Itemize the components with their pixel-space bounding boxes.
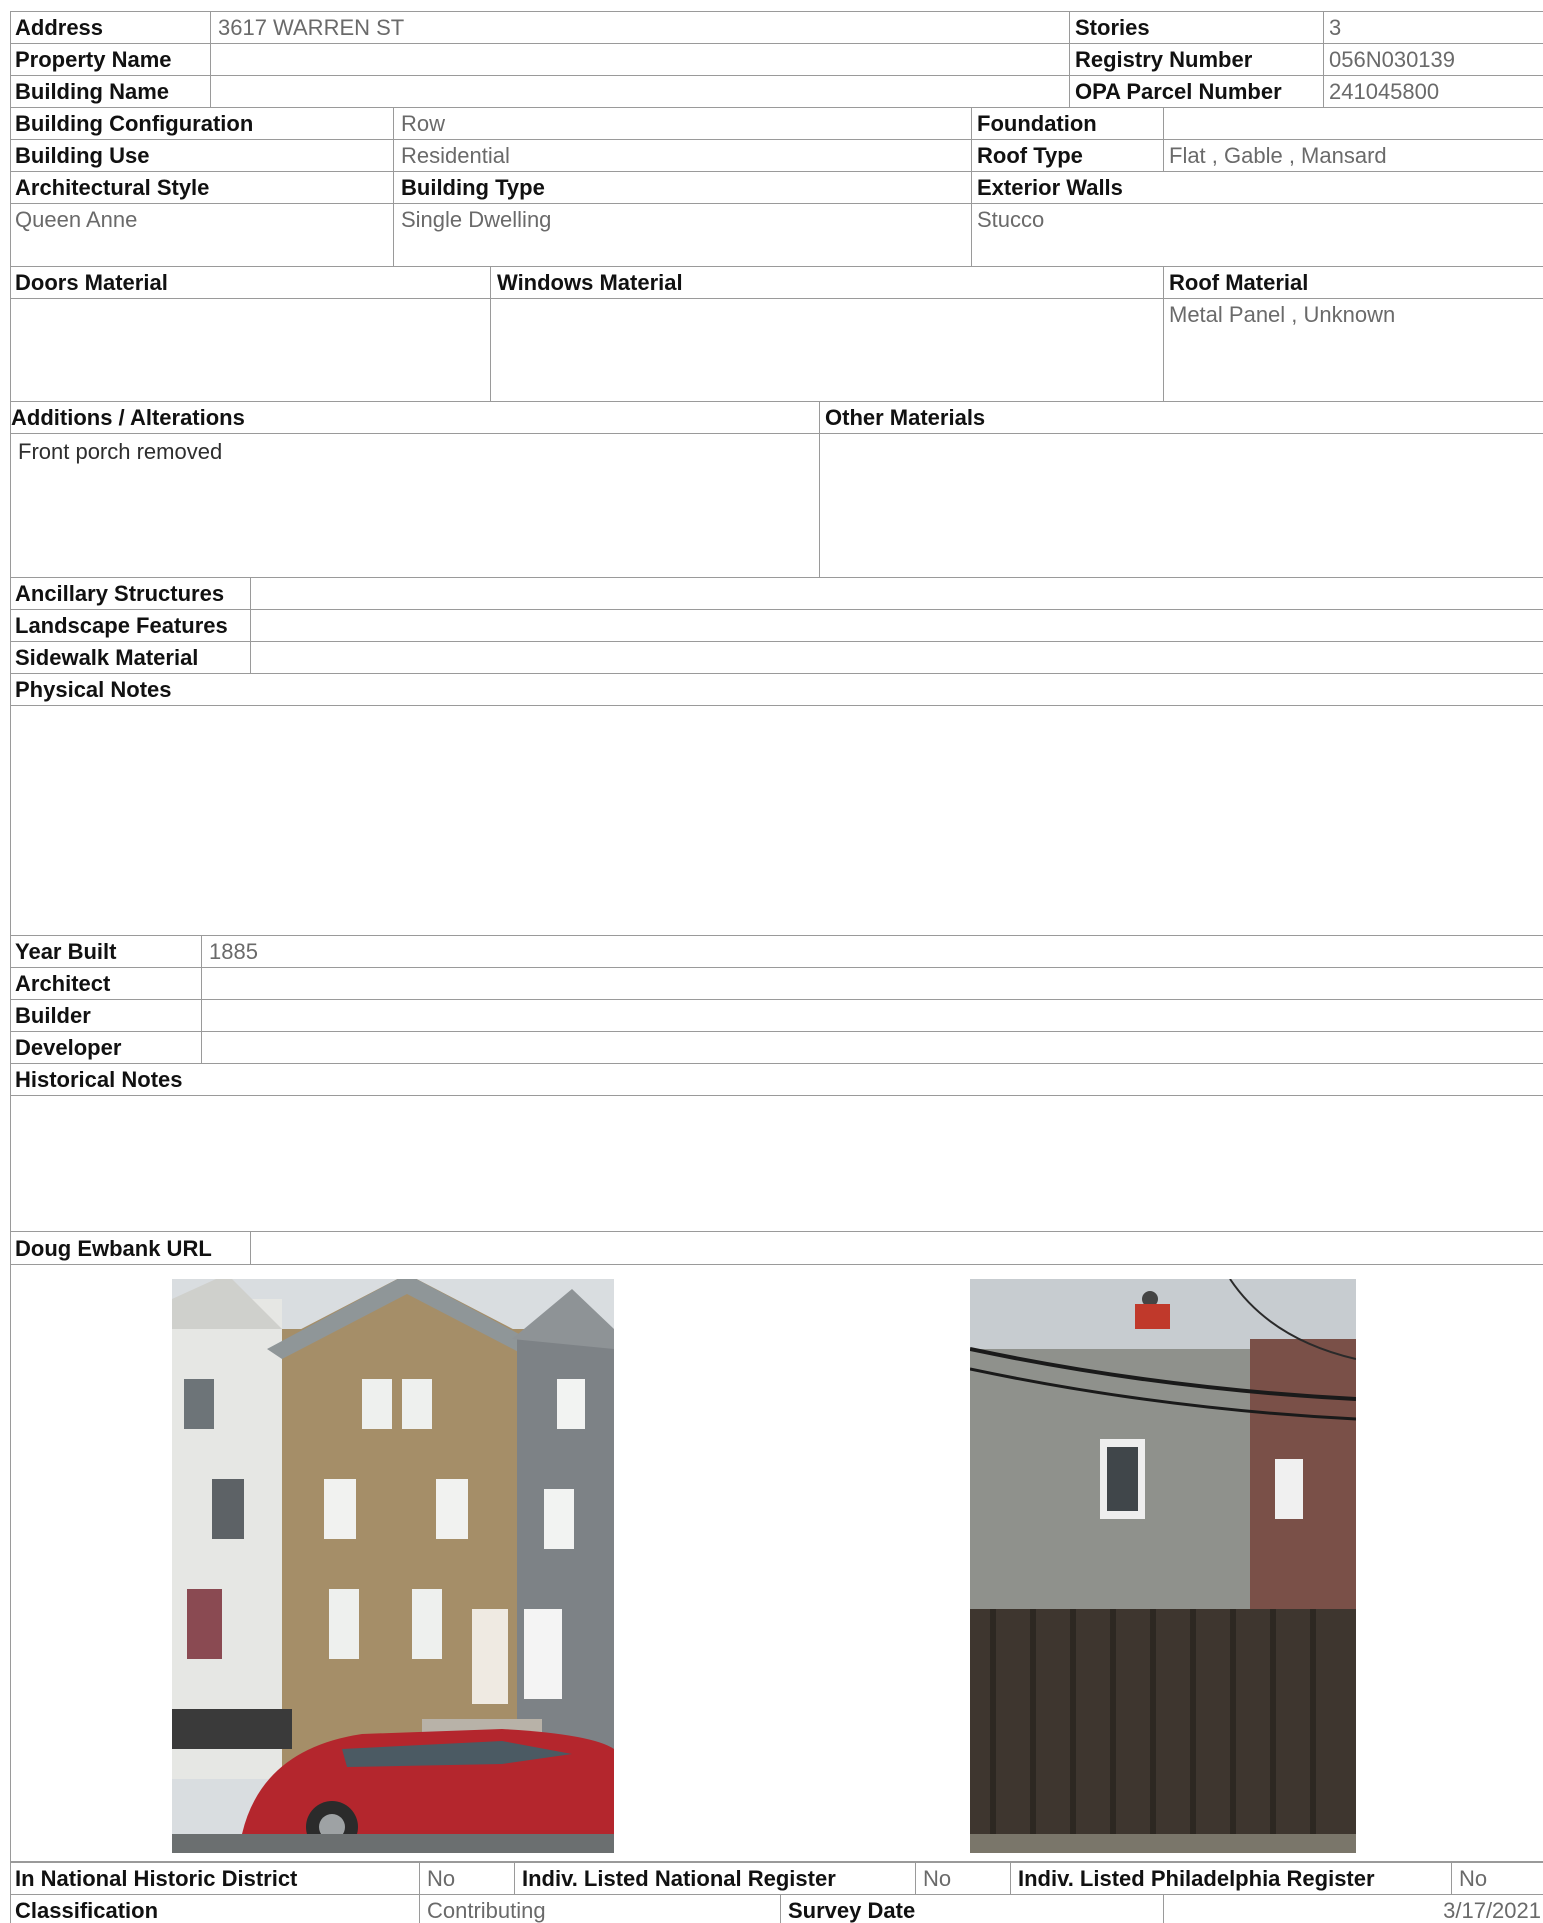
philadelphia-register-value: No — [1459, 1866, 1488, 1891]
builder-label: Builder — [15, 1003, 91, 1028]
national-register-label: Indiv. Listed National Register — [522, 1866, 836, 1891]
identity-section: Address 3617 WARREN ST Property Name Bui… — [10, 11, 1543, 108]
survey-date-value: 3/17/2021 — [1443, 1898, 1541, 1923]
architectural-style-label: Architectural Style — [15, 175, 210, 200]
opa-parcel-label: OPA Parcel Number — [1075, 79, 1282, 104]
site-section: Ancillary Structures Landscape Features … — [10, 577, 1543, 935]
roof-material-value: Metal Panel , Unknown — [1169, 302, 1396, 327]
classification-value: Contributing — [427, 1898, 546, 1923]
address-label: Address — [15, 15, 104, 40]
url-section: Doug Ewbank URL — [10, 1231, 1543, 1265]
national-historic-district-value: No — [427, 1866, 456, 1891]
roof-type-value: Flat , Gable , Mansard — [1169, 143, 1387, 168]
history-section: Year Built 1885 Architect Builder Develo… — [10, 935, 1543, 1231]
landscape-features-label: Landscape Features — [15, 613, 228, 638]
building-configuration-label: Building Configuration — [15, 111, 254, 136]
year-built-label: Year Built — [15, 939, 117, 964]
national-historic-district-label: In National Historic District — [15, 1866, 298, 1891]
alterations-section: Additions / Alterations Front porch remo… — [10, 401, 1543, 578]
registry-number-value: 056N030139 — [1329, 47, 1456, 72]
building-section: Building Configuration Row Building Use … — [10, 107, 1543, 267]
additions-alterations-label: Additions / Alterations — [11, 405, 245, 430]
historical-notes-label: Historical Notes — [15, 1067, 183, 1092]
building-use-label: Building Use — [15, 143, 150, 168]
rear-facade-photo — [970, 1279, 1356, 1853]
building-type-value: Single Dwelling — [401, 207, 552, 232]
opa-parcel-value: 241045800 — [1329, 79, 1440, 104]
physical-notes-label: Physical Notes — [15, 677, 172, 702]
philadelphia-register-label: Indiv. Listed Philadelphia Register — [1018, 1866, 1375, 1891]
building-use-value: Residential — [401, 143, 510, 168]
materials-section: Doors Material Windows Material Roof Mat… — [10, 266, 1543, 402]
roof-material-label: Roof Material — [1169, 270, 1309, 295]
doug-ewbank-url-label: Doug Ewbank URL — [15, 1236, 212, 1261]
stories-label: Stories — [1075, 15, 1150, 40]
sidewalk-material-label: Sidewalk Material — [15, 645, 199, 670]
exterior-walls-label: Exterior Walls — [977, 175, 1123, 200]
building-name-label: Building Name — [15, 79, 170, 104]
exterior-walls-value: Stucco — [977, 207, 1045, 232]
other-materials-label: Other Materials — [825, 405, 986, 430]
foundation-label: Foundation — [977, 111, 1097, 136]
national-register-value: No — [923, 1866, 952, 1891]
address-value: 3617 WARREN ST — [218, 15, 405, 40]
classification-label: Classification — [15, 1898, 159, 1923]
stories-value: 3 — [1329, 15, 1342, 40]
ancillary-structures-label: Ancillary Structures — [15, 581, 225, 606]
property-name-label: Property Name — [15, 47, 172, 72]
windows-material-label: Windows Material — [497, 270, 683, 295]
register-section: In National Historic District No Indiv. … — [10, 1861, 1543, 1923]
roof-type-label: Roof Type — [977, 143, 1083, 168]
doors-material-label: Doors Material — [15, 270, 168, 295]
registry-number-label: Registry Number — [1075, 47, 1253, 72]
developer-label: Developer — [15, 1035, 122, 1060]
front-facade-photo — [172, 1279, 614, 1853]
building-type-label: Building Type — [401, 175, 545, 200]
architectural-style-value: Queen Anne — [15, 207, 138, 232]
year-built-value: 1885 — [209, 939, 258, 964]
additions-alterations-value: Front porch removed — [18, 439, 223, 464]
property-survey-sheet: Address 3617 WARREN ST Property Name Bui… — [0, 0, 1543, 1923]
architect-label: Architect — [15, 971, 111, 996]
survey-date-label: Survey Date — [788, 1898, 916, 1923]
building-configuration-value: Row — [401, 111, 446, 136]
